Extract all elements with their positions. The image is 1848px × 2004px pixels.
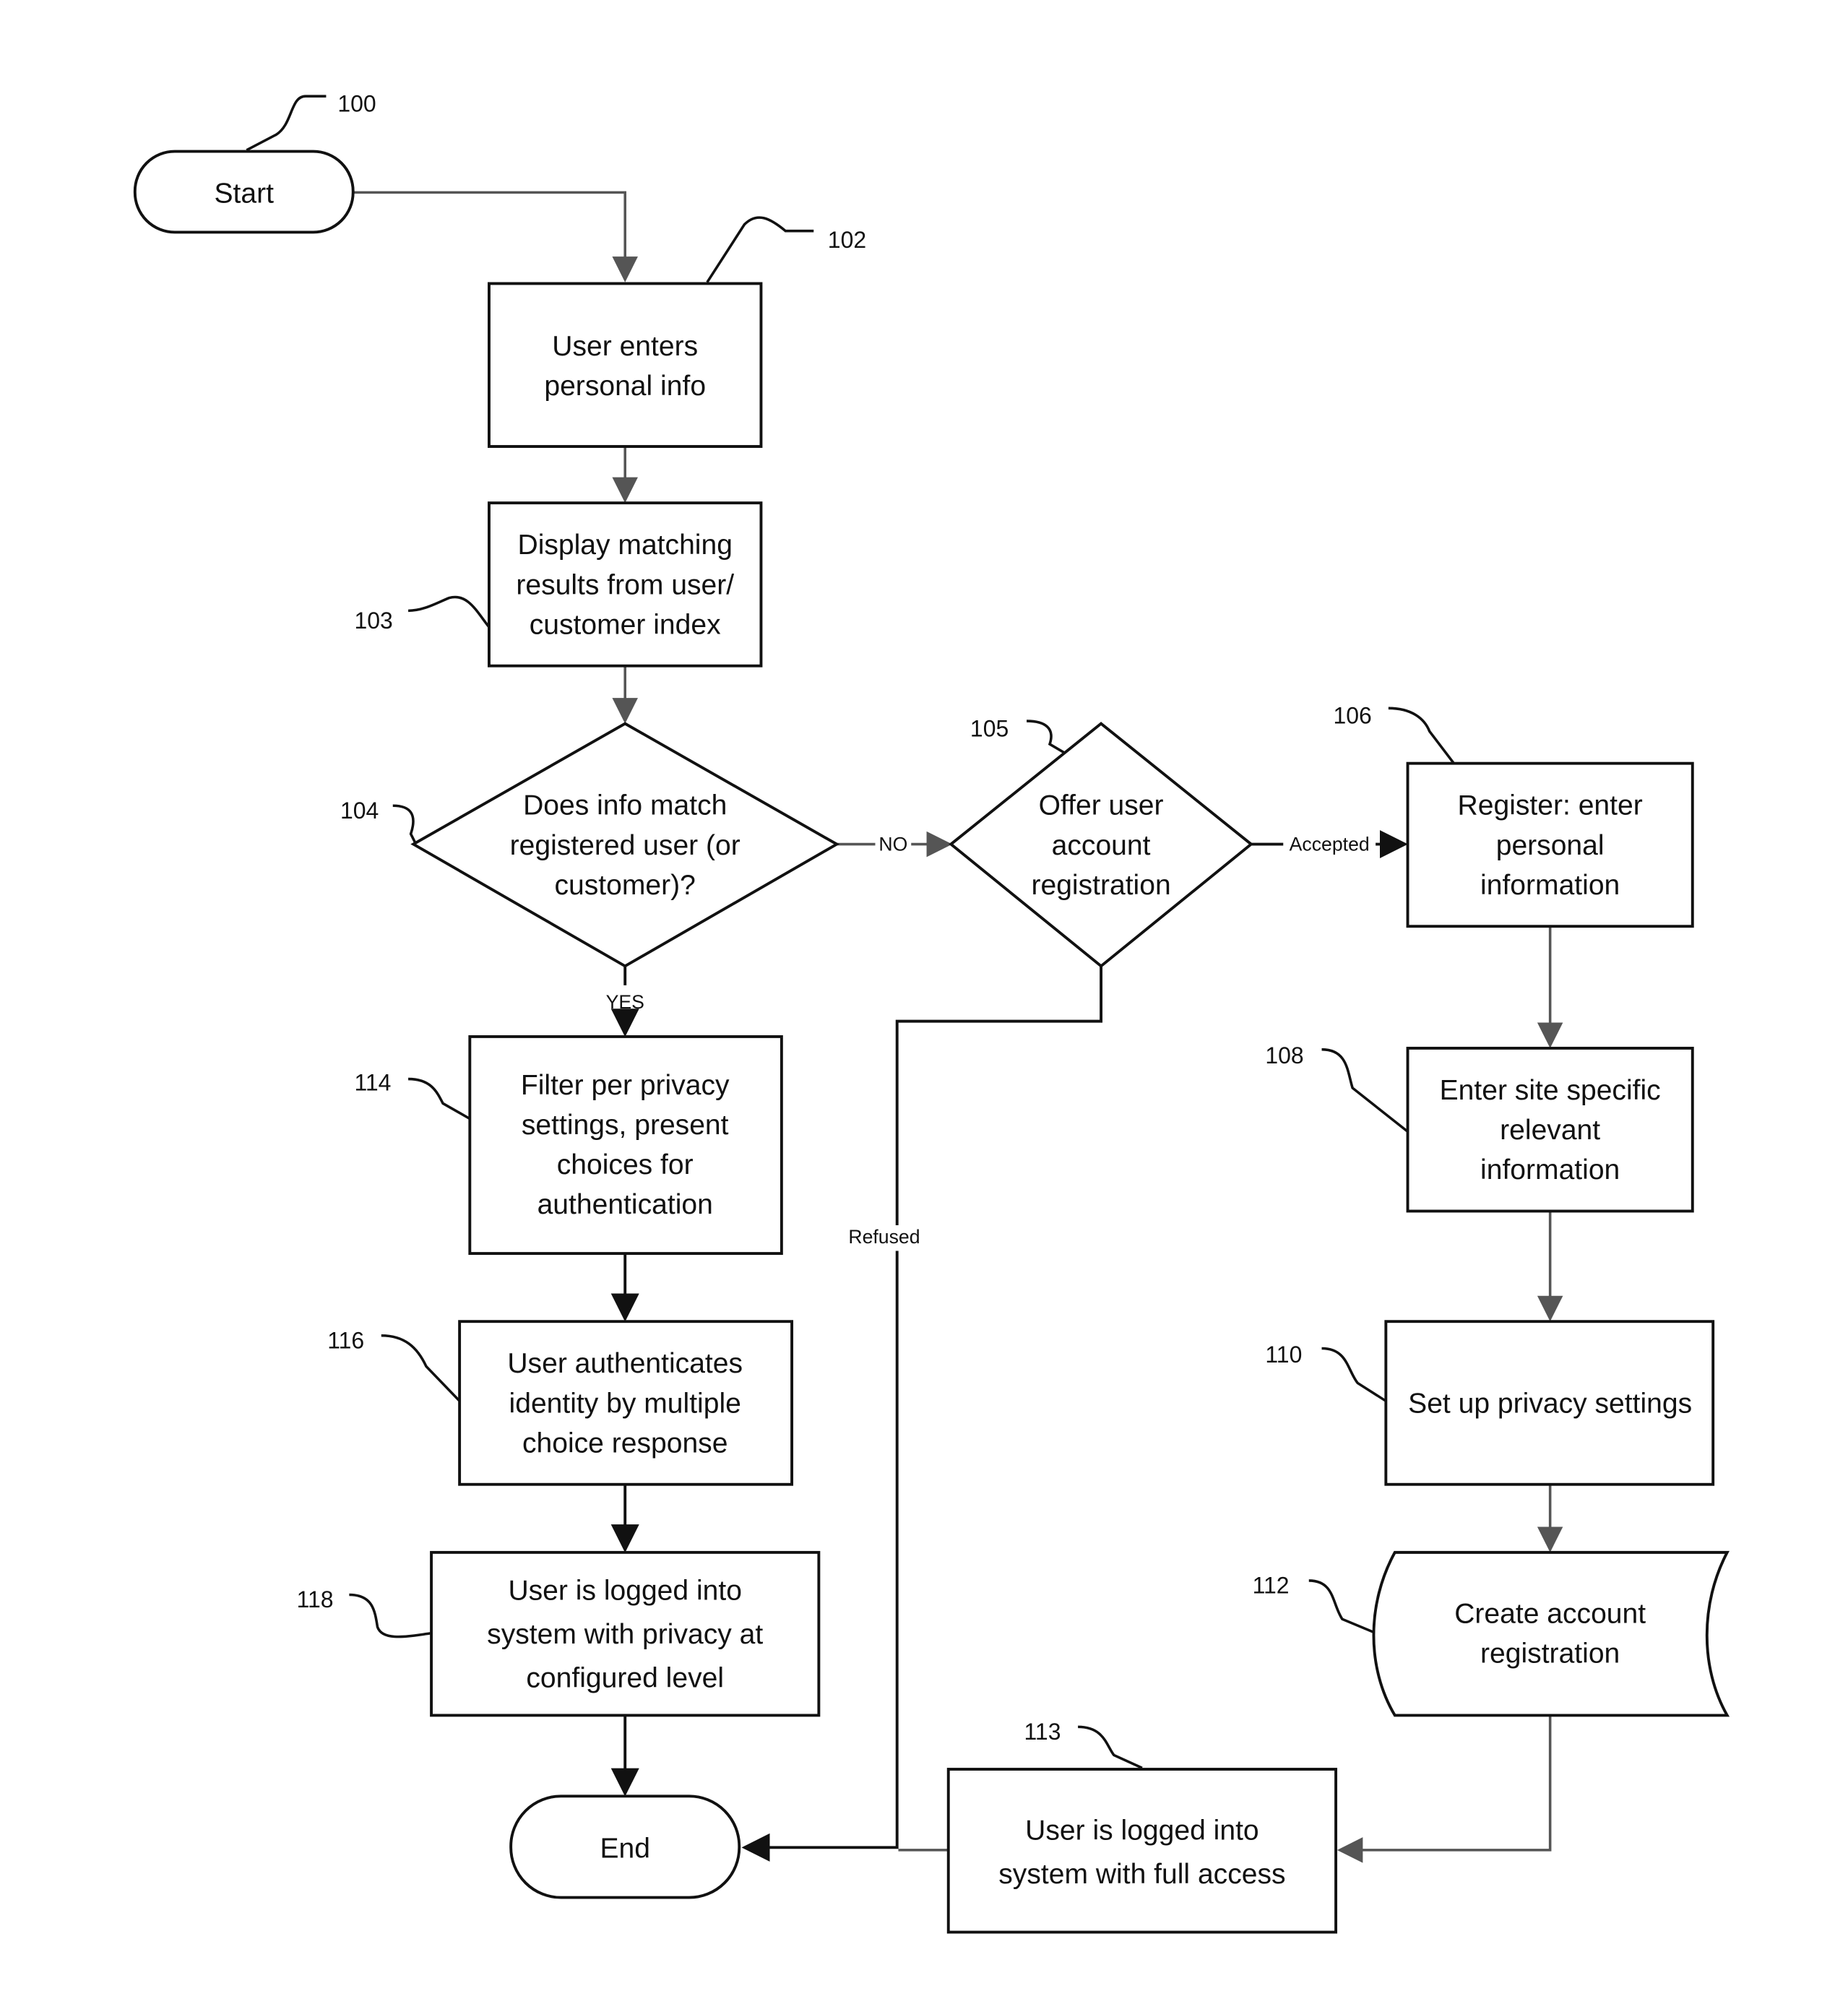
node-112-line: Create account: [1454, 1599, 1646, 1630]
node-108-line: Enter site specific: [1440, 1075, 1661, 1106]
node-114-line: Filter per privacy: [521, 1070, 730, 1101]
node-114-line: settings, present: [522, 1110, 729, 1141]
node-106-line: personal: [1496, 830, 1605, 861]
node-114-line: authentication: [537, 1189, 713, 1220]
edge-label-refused: Refused: [848, 1226, 920, 1248]
node-106-line: Register: enter: [1458, 790, 1643, 821]
node-end: End: [509, 1794, 741, 1899]
node-103-line: Display matching: [517, 530, 732, 561]
edge-112-113: [1337, 1715, 1552, 1863]
flowchart: NO Accepted YES Refused Start 100 User e…: [133, 91, 1730, 1934]
node-106: Register: enter personal information 106: [1334, 703, 1694, 928]
node-110: Set up privacy settings 110: [1265, 1320, 1715, 1486]
node-114: Filter per privacy settings, present cho…: [354, 1035, 783, 1256]
node-112-document: Create account registration 112: [1253, 1550, 1730, 1717]
ref-118: 118: [297, 1586, 334, 1612]
edge-start-102: [353, 191, 638, 282]
ref-110: 110: [1265, 1342, 1302, 1368]
edge-label-accepted: Accepted: [1290, 833, 1370, 855]
node-104-line: Does info match: [523, 790, 727, 821]
node-118-line: system with privacy at: [487, 1619, 763, 1650]
node-108: Enter site specific relevant information…: [1265, 1042, 1694, 1213]
ref-113: 113: [1024, 1719, 1061, 1745]
node-114-line: choices for: [557, 1149, 694, 1180]
node-116-line: identity by multiple: [509, 1388, 741, 1419]
node-118-line: User is logged into: [508, 1576, 742, 1607]
node-108-line: relevant: [1500, 1115, 1600, 1146]
node-105-line: account: [1052, 830, 1151, 861]
node-105-line: registration: [1031, 870, 1170, 901]
node-105-decision: Offer user account registration 105: [949, 715, 1253, 968]
ref-114: 114: [354, 1070, 391, 1096]
node-116-line: choice response: [522, 1428, 727, 1459]
node-103-line: customer index: [530, 609, 721, 640]
node-116: User authenticates identity by multiple …: [327, 1320, 794, 1486]
node-end-label: End: [600, 1834, 650, 1865]
node-113: User is logged into system with full acc…: [946, 1719, 1338, 1934]
edge-label-no: NO: [878, 833, 907, 855]
edge-label-yes: YES: [606, 991, 644, 1013]
ref-108: 108: [1265, 1042, 1303, 1068]
node-103-line: results from user/: [516, 569, 734, 600]
node-103: Display matching results from user/ cust…: [354, 501, 763, 668]
ref-105: 105: [970, 715, 1009, 741]
ref-116: 116: [327, 1328, 364, 1354]
ref-112: 112: [1253, 1573, 1290, 1599]
ref-102: 102: [828, 227, 866, 253]
node-102-line: User enters: [552, 331, 698, 362]
node-116-line: User authenticates: [507, 1348, 743, 1379]
node-104-line: registered user (or: [510, 830, 741, 861]
node-118: User is logged into system with privacy …: [297, 1550, 821, 1717]
node-105-line: Offer user: [1039, 790, 1164, 821]
node-118-line: configured level: [526, 1662, 724, 1693]
node-112-line: registration: [1480, 1638, 1620, 1670]
ref-103: 103: [354, 608, 392, 634]
node-start-label: Start: [215, 178, 275, 210]
node-113-line: system with full access: [998, 1859, 1285, 1890]
leader-lines: [246, 95, 1455, 1769]
node-start: Start 100: [133, 91, 376, 234]
node-104-decision: Does info match registered user (or cust…: [340, 722, 840, 968]
node-106-line: information: [1480, 870, 1620, 901]
ref-104: 104: [340, 798, 379, 824]
node-113-line: User is logged into: [1025, 1815, 1259, 1847]
ref-100: 100: [337, 91, 376, 117]
node-110-line: Set up privacy settings: [1408, 1388, 1692, 1419]
node-108-line: information: [1480, 1154, 1620, 1185]
node-102-line: personal info: [544, 371, 706, 402]
node-104-line: customer)?: [555, 870, 696, 901]
node-102: User enters personal info 102: [488, 227, 866, 448]
ref-106: 106: [1334, 703, 1372, 729]
